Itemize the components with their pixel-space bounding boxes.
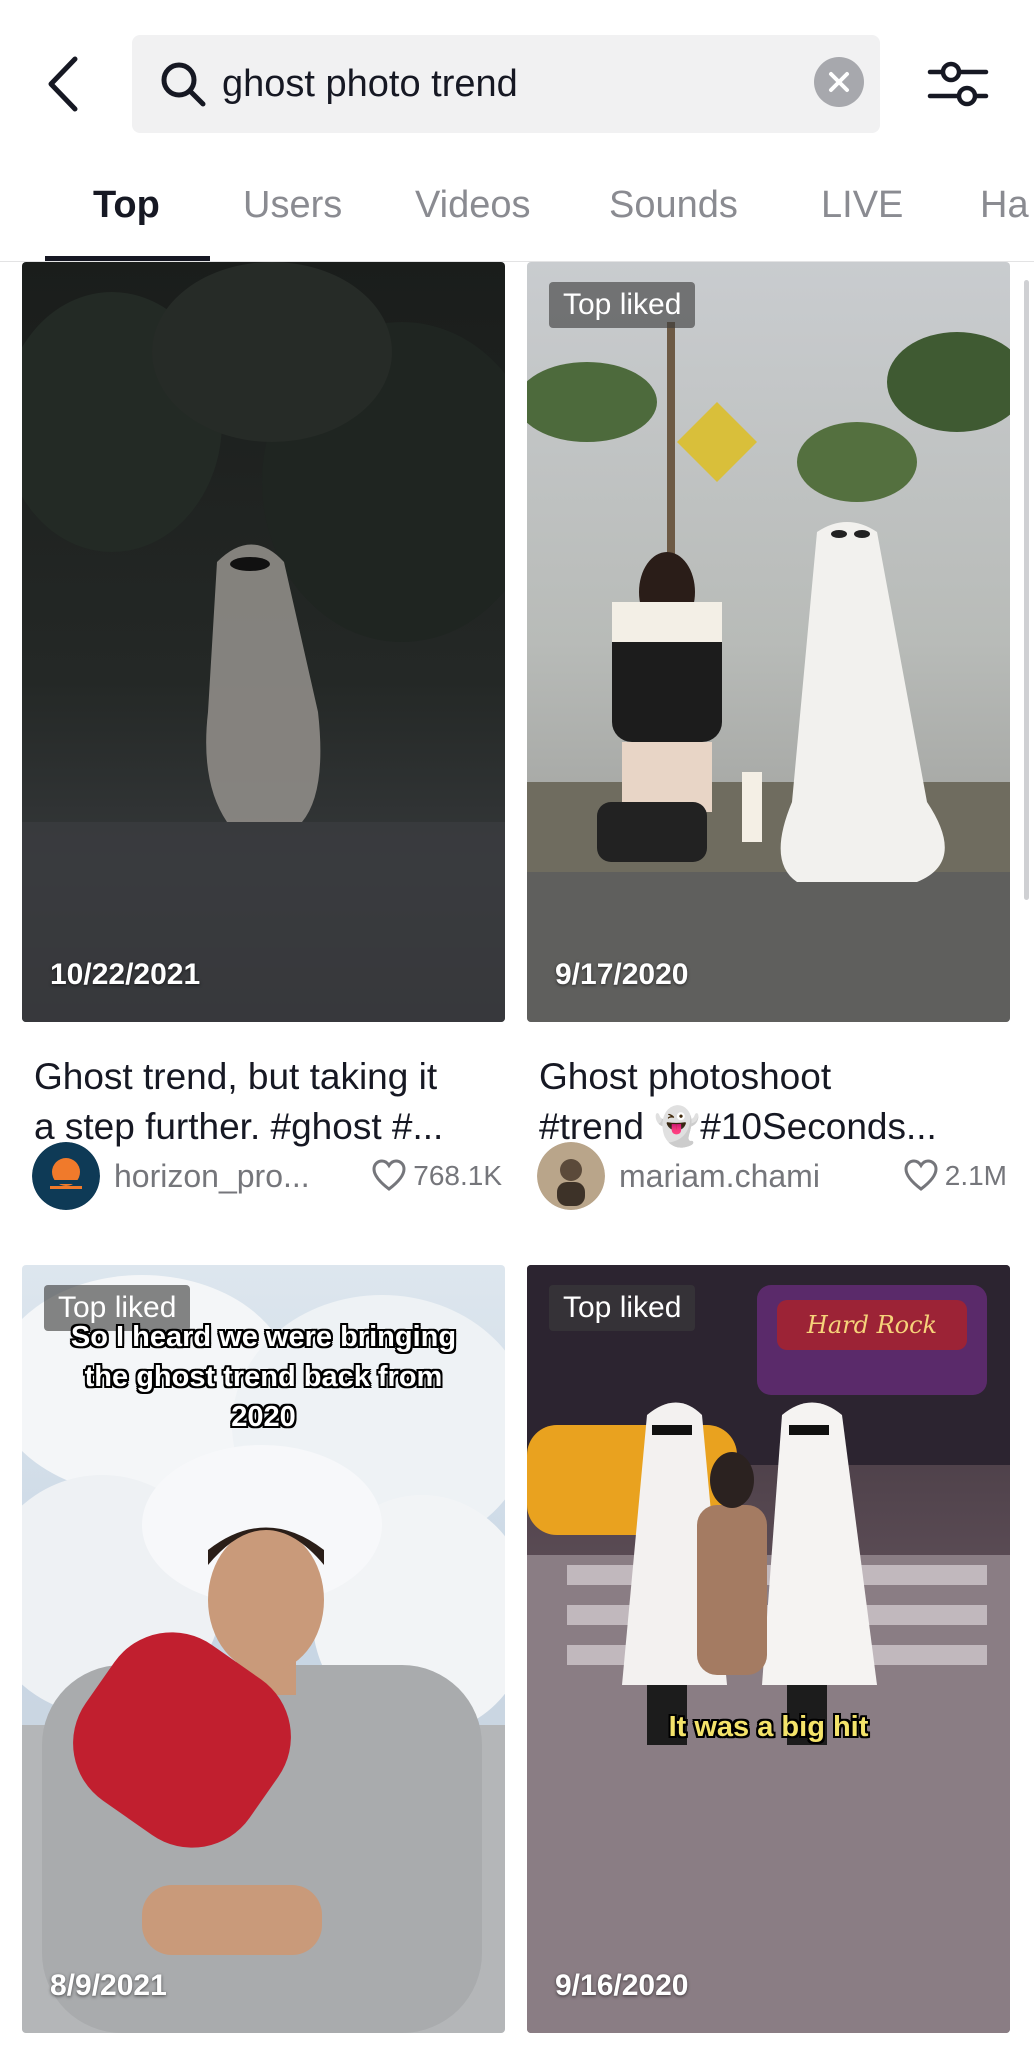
ghost-forest-image — [22, 262, 505, 1022]
video-caption[interactable]: Ghost trend, but taking it a step furthe… — [34, 1052, 504, 1152]
ghost-times-square-image: Hard Rock — [527, 1265, 1010, 2033]
avatar[interactable] — [537, 1142, 605, 1210]
search-icon — [161, 62, 206, 107]
heart-icon — [372, 1159, 406, 1191]
tab-top[interactable]: Top — [93, 170, 160, 261]
like-count-value: 768.1K — [413, 1160, 502, 1191]
video-caption[interactable]: Ghost photoshoot #trend 👻#10Seconds... — [539, 1052, 1009, 1152]
scrollbar[interactable] — [1024, 280, 1029, 900]
video-card[interactable]: 10/22/2021 Ghost trend, but taking it a … — [22, 262, 505, 1222]
search-query-text: ghost photo trend — [222, 63, 518, 105]
caption-line: Ghost trend, but taking it — [34, 1056, 438, 1097]
video-thumbnail[interactable]: Top liked 9/17/2020 — [527, 262, 1010, 1022]
tab-videos[interactable]: Videos — [415, 170, 531, 261]
search-input[interactable]: ghost photo trend — [132, 35, 880, 133]
avatar[interactable] — [32, 1142, 100, 1210]
search-tabs: Top Users Videos Sounds LIVE Ha — [0, 170, 1034, 262]
top-liked-badge: Top liked — [549, 282, 696, 328]
chevron-left-icon — [48, 56, 78, 112]
hard-rock-sign-text: Hard Rock — [806, 1311, 937, 1339]
tab-users[interactable]: Users — [243, 170, 342, 261]
search-header: ghost photo trend — [0, 0, 1034, 170]
video-card[interactable]: Top liked So I heard we were bringing th… — [22, 1265, 505, 2035]
video-thumbnail[interactable]: Top liked So I heard we were bringing th… — [22, 1265, 505, 2033]
video-date: 9/17/2020 — [555, 958, 689, 991]
video-thumbnail[interactable]: 10/22/2021 — [22, 262, 505, 1022]
close-icon — [829, 72, 849, 92]
active-tab-indicator — [45, 256, 210, 261]
back-button[interactable] — [38, 52, 88, 116]
clear-search-button[interactable] — [814, 57, 864, 107]
filter-button[interactable] — [918, 52, 998, 116]
profile-photo-avatar — [537, 1142, 605, 1210]
like-count-value: 2.1M — [944, 1160, 1007, 1191]
video-text-overlay: It was a big hit — [668, 1711, 869, 1743]
video-meta: mariam.chami 2.1M — [537, 1142, 1007, 1212]
video-thumbnail[interactable]: Hard Rock Top liked It was a big hit 9/1… — [527, 1265, 1010, 2033]
tab-sounds[interactable]: Sounds — [609, 170, 738, 261]
video-card[interactable]: Hard Rock Top liked It was a big hit 9/1… — [527, 1265, 1010, 2035]
tab-live[interactable]: LIVE — [821, 170, 903, 261]
video-card[interactable]: Top liked 9/17/2020 Ghost photoshoot #tr… — [527, 262, 1010, 1222]
video-date: 10/22/2021 — [50, 958, 201, 991]
video-text-overlay: So I heard we were bringing the ghost tr… — [70, 1321, 457, 1433]
video-date: 9/16/2020 — [555, 1969, 689, 2002]
video-date: 8/9/2021 — [50, 1969, 167, 2002]
top-liked-badge: Top liked — [549, 1285, 696, 1331]
like-count: 768.1K — [371, 1142, 502, 1210]
sunset-logo-avatar — [32, 1142, 100, 1210]
caption-line: Ghost photoshoot — [539, 1056, 832, 1097]
ghost-photoshoot-image — [527, 262, 1010, 1022]
heart-icon — [904, 1159, 938, 1191]
username[interactable]: mariam.chami — [619, 1142, 820, 1210]
tab-hashtags[interactable]: Ha — [980, 170, 1029, 261]
username[interactable]: horizon_pro... — [114, 1142, 310, 1210]
like-count: 2.1M — [903, 1142, 1007, 1210]
sliders-icon — [927, 61, 989, 107]
video-meta: horizon_pro... 768.1K — [32, 1142, 502, 1212]
